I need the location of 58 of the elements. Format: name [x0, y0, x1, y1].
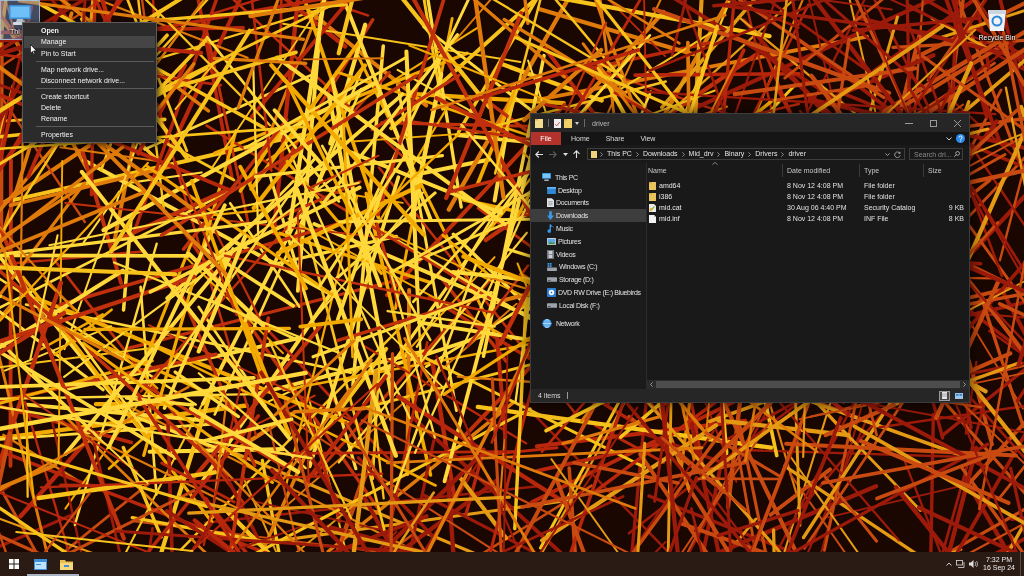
four-squares-icon — [8, 559, 19, 569]
folder-icon — [535, 118, 543, 128]
download-arrow-icon — [547, 211, 554, 221]
document-check-icon[interactable] — [554, 118, 561, 128]
folder-icon — [591, 150, 597, 158]
chevron-right-icon — [600, 151, 603, 157]
chevron-left-icon — [650, 382, 653, 387]
forward-arrow-icon — [549, 150, 557, 158]
folder-icon — [649, 181, 656, 190]
picture-icon — [547, 237, 556, 245]
chevron-right-icon — [781, 151, 785, 157]
drive-icon — [547, 277, 557, 283]
folder-icon — [649, 192, 656, 201]
disc-drive-icon — [547, 288, 556, 298]
up-arrow-icon — [573, 150, 580, 158]
help-icon[interactable] — [956, 134, 965, 143]
search-icon — [954, 151, 960, 157]
chevron-right-icon — [681, 151, 685, 157]
system-drive-icon — [547, 262, 557, 271]
tiles-view-button[interactable] — [953, 390, 964, 401]
network-icon[interactable] — [956, 560, 966, 568]
details-view-button[interactable] — [939, 390, 950, 401]
chevron-up-icon[interactable] — [946, 562, 953, 566]
chevron-right-icon — [748, 151, 752, 157]
minimize-icon — [905, 122, 913, 124]
folder-icon — [59, 558, 73, 570]
drive-icon — [547, 302, 557, 308]
scrollbar-thumb[interactable] — [656, 381, 960, 388]
certificate-file-icon — [649, 203, 656, 212]
caret-icon[interactable] — [575, 121, 579, 125]
close-icon — [953, 119, 961, 127]
music-note-icon — [547, 224, 554, 234]
mouse-pointer-icon — [30, 44, 37, 55]
computer-icon — [542, 173, 551, 182]
desktop-icon — [547, 186, 556, 194]
folder-icon[interactable] — [564, 118, 572, 128]
details-view-icon — [942, 392, 947, 399]
chevron-right-icon — [963, 382, 966, 387]
speaker-icon[interactable] — [969, 560, 979, 568]
maximize-icon — [929, 119, 937, 127]
globe-icon — [542, 318, 552, 328]
chevron-right-icon — [635, 151, 639, 157]
large-icons-view-icon — [954, 392, 963, 399]
chevron-right-icon — [717, 151, 721, 157]
document-icon — [547, 198, 554, 208]
up-button[interactable] — [570, 147, 583, 161]
horizontal-scrollbar[interactable] — [647, 380, 969, 389]
computer-icon — [9, 5, 31, 25]
window-icon — [33, 558, 47, 570]
film-strip-icon — [547, 249, 554, 259]
caret-icon[interactable] — [885, 152, 890, 156]
recycle-bin-icon — [987, 7, 1007, 31]
refresh-icon[interactable] — [894, 150, 901, 158]
file-icon — [649, 214, 656, 223]
chevron-down-icon[interactable] — [946, 136, 952, 141]
back-arrow-icon — [535, 150, 543, 158]
sort-ascending-icon — [711, 162, 718, 165]
caret-icon — [562, 152, 568, 156]
